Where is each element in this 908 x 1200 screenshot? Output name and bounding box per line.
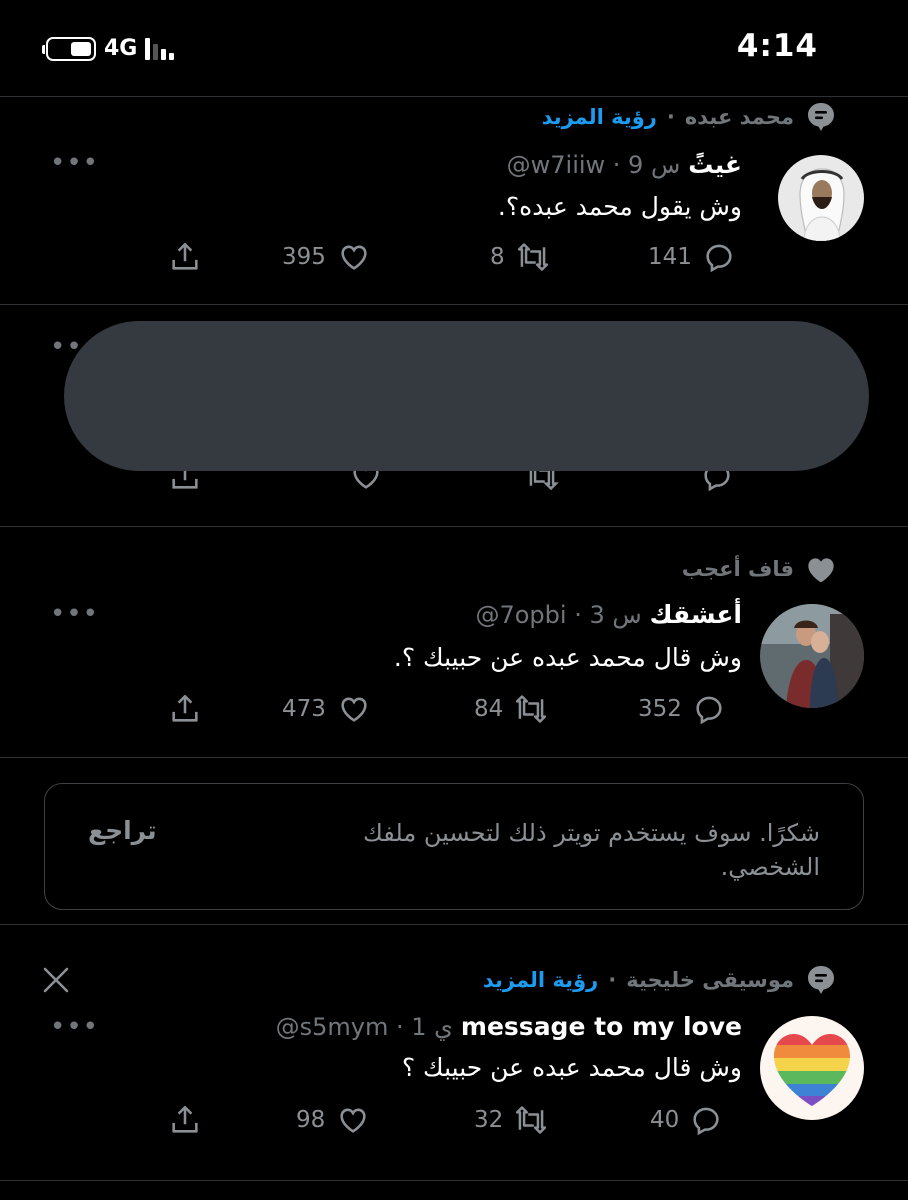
- share-button[interactable]: [168, 240, 202, 274]
- context-label: قاف أعجب: [681, 557, 794, 581]
- reply-icon: [706, 244, 732, 273]
- network-label: 4G: [104, 36, 138, 61]
- heart-outline-icon: [341, 245, 367, 270]
- context-separator: ·: [608, 968, 617, 992]
- more-options-icon[interactable]: •••: [50, 601, 99, 627]
- avatar[interactable]: [760, 1016, 864, 1120]
- like-button[interactable]: 395: [282, 240, 372, 274]
- reply-button[interactable]: 352: [638, 692, 726, 726]
- avatar[interactable]: [760, 604, 864, 708]
- tweet-context[interactable]: قاف أعجب: [682, 552, 838, 586]
- divider: [0, 1180, 908, 1181]
- more-options-icon[interactable]: •••: [50, 1014, 99, 1040]
- retweet-icon: [516, 695, 547, 723]
- heart-outline-icon: [340, 1108, 366, 1133]
- tweet-context[interactable]: محمد عبده · رؤية المزيد: [542, 100, 838, 134]
- battery-icon: [42, 36, 96, 61]
- context-label: موسيقى خليجية: [626, 968, 794, 992]
- status-time: 4:14: [736, 28, 818, 64]
- share-icon: [172, 242, 198, 270]
- topic-icon: [804, 963, 838, 997]
- signal-icon: [145, 37, 175, 60]
- redaction-overlay: [64, 321, 869, 471]
- more-options-icon[interactable]: •••: [50, 150, 99, 176]
- reply-icon: [696, 696, 722, 725]
- like-button[interactable]: 98: [296, 1103, 371, 1137]
- reply-icon: [693, 1107, 719, 1136]
- feedback-notice-text: شكرًا. سوف يستخدم تويتر ذلك لتحسين ملفك …: [363, 819, 820, 881]
- share-button[interactable]: [168, 1103, 202, 1137]
- tweet-meta[interactable]: @w7iiiw · 9 س: [507, 151, 681, 179]
- reply-button[interactable]: 40: [650, 1103, 723, 1137]
- tweet-text: وش قال محمد عبده عن حبيبك ؟.: [393, 643, 742, 672]
- tweet-header: أعشقك @7opbi · 3 س: [475, 600, 742, 629]
- retweet-button[interactable]: 8: [490, 240, 551, 274]
- divider: [0, 924, 908, 925]
- retweet-count: 8: [490, 244, 505, 270]
- undo-button[interactable]: تراجع: [88, 816, 157, 845]
- divider: [0, 304, 908, 305]
- reply-count: 141: [648, 244, 692, 270]
- retweet-count: 84: [474, 696, 504, 722]
- like-count: 473: [282, 696, 326, 722]
- tweet-text: وش قال محمد عبده عن حبيبك ؟: [401, 1053, 742, 1082]
- tweet-text: وش يقول محمد عبده؟.: [497, 192, 742, 221]
- divider: [0, 757, 908, 758]
- tweet-context[interactable]: موسيقى خليجية · رؤية المزيد: [483, 963, 838, 997]
- reply-button[interactable]: 141: [648, 240, 736, 274]
- retweet-icon: [517, 243, 548, 271]
- like-count: 395: [282, 244, 326, 270]
- tweet-meta[interactable]: @7opbi · 3 س: [475, 601, 641, 629]
- share-icon: [172, 694, 198, 722]
- divider: [0, 526, 908, 527]
- heart-outline-icon: [341, 697, 367, 722]
- heart-icon: [804, 552, 838, 586]
- reply-count: 352: [638, 696, 682, 722]
- like-button[interactable]: 473: [282, 692, 372, 726]
- tweet-header: message to my love @s5mym · 1 ي: [276, 1012, 742, 1041]
- dismiss-icon[interactable]: [42, 966, 70, 998]
- author-name[interactable]: أعشقك: [650, 600, 742, 629]
- share-icon: [172, 1105, 198, 1133]
- retweet-button[interactable]: 32: [474, 1103, 549, 1137]
- see-more-link[interactable]: رؤية المزيد: [542, 105, 657, 129]
- like-count: 98: [296, 1107, 326, 1133]
- divider: [0, 96, 908, 97]
- context-separator: ·: [666, 105, 675, 129]
- retweet-button[interactable]: 84: [474, 692, 549, 726]
- tweet-meta[interactable]: @s5mym · 1 ي: [276, 1013, 453, 1041]
- reply-count: 40: [650, 1107, 680, 1133]
- author-name[interactable]: message to my love: [461, 1012, 742, 1041]
- context-label: محمد عبده: [684, 105, 794, 129]
- status-bar-left: 4G: [42, 36, 175, 61]
- author-name[interactable]: غيثً: [688, 150, 742, 179]
- topic-icon: [804, 100, 838, 134]
- retweet-icon: [516, 1106, 547, 1134]
- share-button[interactable]: [168, 692, 202, 726]
- retweet-count: 32: [474, 1107, 504, 1133]
- avatar[interactable]: [778, 155, 864, 241]
- tweet-header: غيثً @w7iiiw · 9 س: [507, 150, 742, 179]
- see-more-link[interactable]: رؤية المزيد: [483, 968, 598, 992]
